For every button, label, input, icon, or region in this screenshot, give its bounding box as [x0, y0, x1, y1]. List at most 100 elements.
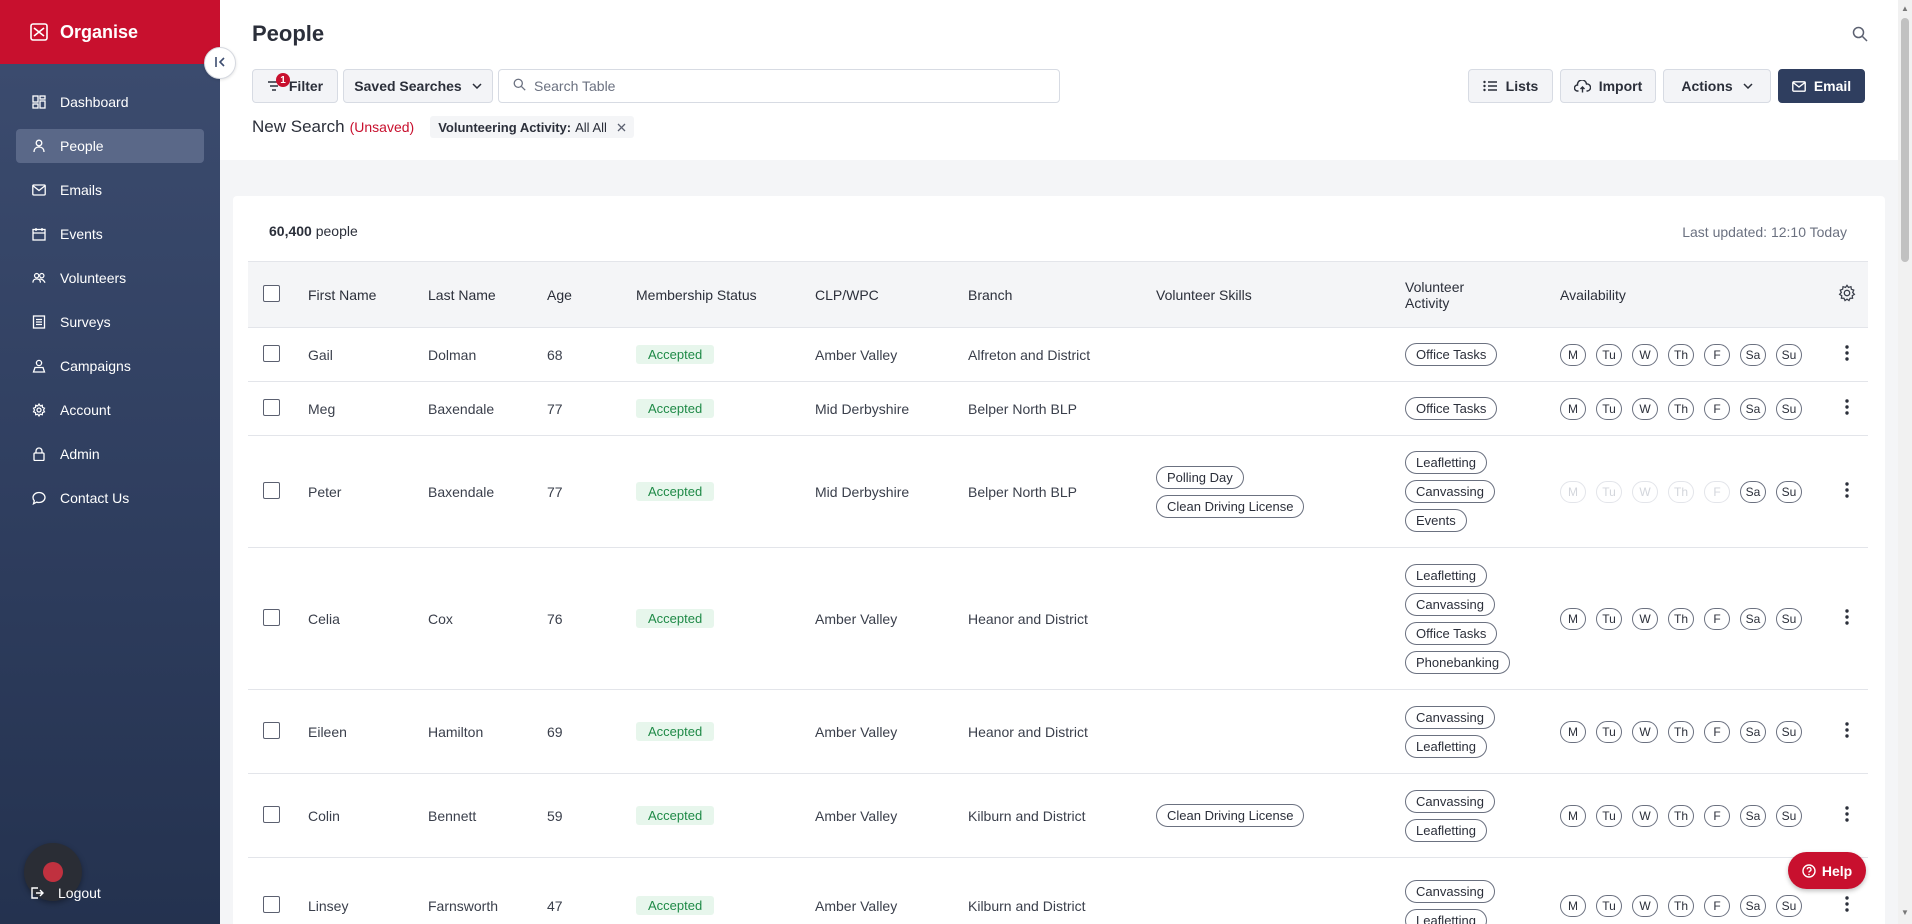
table-row[interactable]: Gail Dolman 68 Accepted Amber Valley Alfreton… — [248, 327, 1868, 382]
actions-button[interactable]: Actions — [1663, 69, 1771, 103]
import-label: Import — [1598, 78, 1643, 94]
select-all-checkbox[interactable] — [263, 284, 280, 302]
sidebar-nav: Dashboard People Emails Events Volunteers Sur… — [0, 64, 220, 515]
first-name-cell: Meg — [308, 381, 428, 436]
sidebar-item-account[interactable]: Account — [16, 393, 204, 427]
availability-cell: M Tu W Th F Sa Su — [1560, 773, 1825, 858]
actions-label: Actions — [1681, 78, 1733, 94]
search-icon — [513, 78, 526, 94]
table-row[interactable]: Eileen Hamilton 69 Accepted Amber Valley Hean… — [248, 689, 1868, 774]
activity-pill: Canvassing — [1405, 789, 1495, 813]
sidebar-item-label: Dashboard — [60, 94, 129, 110]
row-checkbox[interactable] — [263, 895, 280, 913]
last-name-cell: Hamilton — [428, 689, 547, 774]
scrollbar-thumb[interactable] — [1901, 18, 1909, 262]
volunteer-activity-header-line1: Volunteer — [1405, 278, 1465, 295]
more-options-icon[interactable] — [1844, 609, 1849, 625]
day-badge: M — [1560, 607, 1586, 630]
column-header-age[interactable]: Age — [547, 261, 636, 328]
column-header-branch[interactable]: Branch — [968, 261, 1156, 328]
column-header-membership-status[interactable]: Membership Status — [636, 261, 815, 328]
filter-button[interactable]: 1 Filter — [252, 69, 338, 103]
sidebar-item-events[interactable]: Events — [16, 217, 204, 251]
more-options-icon[interactable] — [1844, 806, 1849, 822]
page-scrollbar[interactable]: ▲ ▼ — [1898, 0, 1912, 924]
help-button[interactable]: Help — [1788, 852, 1866, 889]
email-button[interactable]: Email — [1778, 69, 1865, 103]
sidebar-item-emails[interactable]: Emails — [16, 173, 204, 207]
table-search[interactable] — [498, 69, 1060, 103]
table-row[interactable]: Colin Bennett 59 Accepted Amber Valley Kilbur… — [248, 773, 1868, 858]
row-checkbox[interactable] — [263, 481, 280, 499]
people-table: First Name Last Name Age Membership Stat… — [248, 261, 1868, 924]
column-header-volunteer-activity[interactable]: Volunteer Activity — [1405, 261, 1560, 328]
age-cell: 77 — [547, 435, 636, 548]
scroll-down-arrow-icon[interactable]: ▼ — [1901, 908, 1909, 917]
remove-filter-close-icon[interactable] — [617, 123, 626, 132]
gear-icon[interactable] — [1838, 284, 1856, 305]
sidebar-item-contact-us[interactable]: Contact Us — [16, 481, 204, 515]
sidebar-item-admin[interactable]: Admin — [16, 437, 204, 471]
availability-days: M Tu W Th F Sa Su — [1560, 804, 1825, 827]
sidebar-item-label: People — [60, 138, 104, 154]
day-badge: Sa — [1740, 607, 1766, 630]
logout-link[interactable]: Logout — [30, 885, 101, 901]
column-header-clp-wpc[interactable]: CLP/WPC — [815, 261, 968, 328]
global-search-icon[interactable] — [1850, 24, 1870, 44]
row-checkbox[interactable] — [263, 721, 280, 739]
table-row[interactable]: Meg Baxendale 77 Accepted Mid Derbyshire Belp… — [248, 381, 1868, 436]
scroll-up-arrow-icon[interactable]: ▲ — [1901, 4, 1909, 13]
status-badge: Accepted — [636, 399, 715, 418]
row-checkbox[interactable] — [263, 805, 280, 823]
row-checkbox[interactable] — [263, 344, 280, 362]
import-button[interactable]: Import — [1560, 69, 1656, 103]
day-badge: Su — [1776, 894, 1802, 917]
sidebar-item-campaigns[interactable]: Campaigns — [16, 349, 204, 383]
column-header-volunteer-skills[interactable]: Volunteer Skills — [1156, 261, 1405, 328]
branch-cell: Heanor and District — [968, 689, 1156, 774]
table-row[interactable]: Linsey Farnsworth 47 Accepted Amber Valley Ki… — [248, 857, 1868, 924]
day-badge: W — [1632, 397, 1658, 420]
day-badge: Su — [1776, 397, 1802, 420]
availability-cell: M Tu W Th F Sa Su — [1560, 689, 1825, 774]
membership-status-cell: Accepted — [636, 435, 815, 548]
column-header-last-name[interactable]: Last Name — [428, 261, 547, 328]
people-count: 60,400 people — [269, 223, 358, 239]
volunteer-skills-cell: Clean Driving License — [1156, 773, 1405, 858]
search-table-input[interactable] — [534, 78, 1034, 94]
clp-cell: Amber Valley — [815, 689, 968, 774]
brand-logo[interactable]: Organise — [0, 0, 220, 64]
more-options-icon[interactable] — [1844, 482, 1849, 498]
chevron-down-icon — [472, 83, 482, 89]
row-checkbox[interactable] — [263, 608, 280, 626]
sidebar-item-label: Volunteers — [60, 270, 127, 286]
volunteer-skills-cell — [1156, 381, 1405, 436]
column-header-first-name[interactable]: First Name — [308, 261, 428, 328]
lists-button[interactable]: Lists — [1468, 69, 1553, 103]
sidebar-item-dashboard[interactable]: Dashboard — [16, 85, 204, 119]
table-row[interactable]: Celia Cox 76 Accepted Amber Valley Heanor and… — [248, 547, 1868, 690]
sidebar: Organise Dashboard People Emails Events Volu… — [0, 0, 220, 924]
row-checkbox[interactable] — [263, 398, 280, 416]
column-header-availability[interactable]: Availability — [1560, 261, 1825, 328]
activity-pill: Canvassing — [1405, 879, 1495, 903]
day-badge: Tu — [1596, 343, 1622, 366]
row-select-cell — [248, 327, 308, 382]
sidebar-item-surveys[interactable]: Surveys — [16, 305, 204, 339]
more-options-icon[interactable] — [1844, 722, 1849, 738]
volunteer-activity-cell: Leafletting Canvassing Office Tasks Phoneba… — [1405, 547, 1560, 690]
sidebar-item-label: Account — [60, 402, 111, 418]
sidebar-item-volunteers[interactable]: Volunteers — [16, 261, 204, 295]
day-badge: M — [1560, 343, 1586, 366]
table-row[interactable]: Peter Baxendale 77 Accepted Mid Derbyshire Be… — [248, 435, 1868, 548]
last-name-cell: Cox — [428, 547, 547, 690]
person-icon — [32, 139, 46, 153]
sidebar-item-people[interactable]: People — [16, 129, 204, 163]
more-options-icon[interactable] — [1844, 896, 1849, 912]
day-badge: F — [1704, 397, 1730, 420]
collapse-sidebar-button[interactable] — [204, 47, 236, 79]
saved-searches-button[interactable]: Saved Searches — [343, 69, 493, 103]
more-options-icon[interactable] — [1844, 399, 1849, 415]
more-options-icon[interactable] — [1844, 345, 1849, 361]
sidebar-item-label: Admin — [60, 446, 100, 462]
